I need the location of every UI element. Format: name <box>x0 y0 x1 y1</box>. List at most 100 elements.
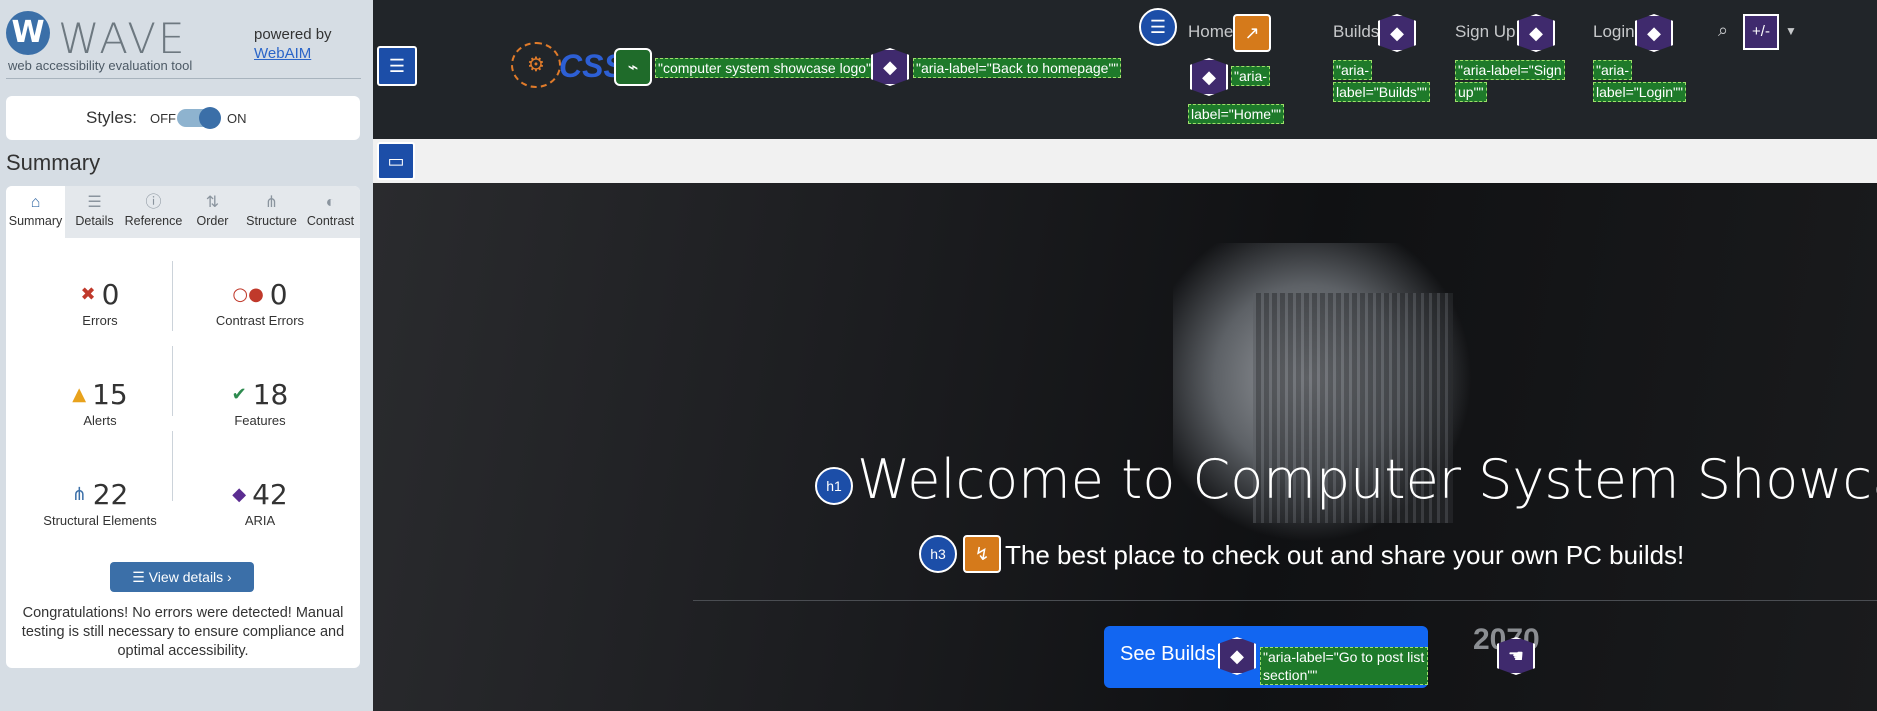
search-icon[interactable]: ⌕ <box>1718 20 1728 41</box>
wave-brand: W WAVE web accessibility evaluation tool… <box>6 6 361 79</box>
annotation-builds-2: label="Builds"" <box>1333 82 1430 102</box>
features-count: 18 <box>252 378 289 411</box>
aria-tag-icon[interactable]: ◆ <box>1190 58 1228 96</box>
info-icon: ⓘ <box>145 194 162 211</box>
document-icon[interactable]: ▭ <box>377 142 415 180</box>
alerts-label: Alerts <box>83 413 117 428</box>
tab-details[interactable]: ☰ Details <box>65 186 124 238</box>
stat-structural[interactable]: ⋔ 22 Structural Elements <box>20 478 180 528</box>
annotation-logo-alt: "computer system showcase logo" <box>655 58 875 78</box>
alert-icon: ▲ <box>72 384 87 405</box>
structure-icon: ⋔ <box>264 194 279 211</box>
view-details-label: View details › <box>148 569 232 585</box>
skipped-heading-alert-icon[interactable]: ↯ <box>963 535 1001 573</box>
stat-aria[interactable]: ◆ 42 ARIA <box>180 478 340 528</box>
site-subbar: ▭ <box>373 139 1877 183</box>
expand-toggle-button[interactable]: +/- <box>1743 14 1779 50</box>
aria-tag-icon[interactable]: ◆ <box>1517 14 1555 52</box>
annotation-home-2: label="Home"" <box>1188 104 1285 124</box>
contrast-errors-count: 0 <box>269 278 288 311</box>
nav-list-icon[interactable]: ☰ <box>1139 8 1177 46</box>
tab-label: Order <box>196 214 229 228</box>
wave-tabs: ⌂ Summary ☰ Details ⓘ Reference ⇅ Order ⋔ Str… <box>6 186 360 238</box>
structure-icon: ⋔ <box>71 484 87 505</box>
webaim-link[interactable]: WebAIM <box>254 45 311 62</box>
stat-contrast-errors[interactable]: ○● 0 Contrast Errors <box>180 278 340 328</box>
wave-logo-icon: W <box>6 11 50 55</box>
see-builds-label: See Builds <box>1120 643 1216 665</box>
tab-label: Summary <box>8 214 63 228</box>
feature-icon: ✔ <box>231 384 247 405</box>
features-label: Features <box>234 413 286 428</box>
styles-on-label: ON <box>227 111 247 126</box>
structural-label: Structural Elements <box>43 513 157 528</box>
aria-tag-icon[interactable]: ◆ <box>1635 14 1673 52</box>
tab-order[interactable]: ⇅ Order <box>183 186 242 238</box>
annotation-signup-1: "aria-label="Sign <box>1455 60 1565 80</box>
annotation-home-1: "aria- <box>1231 66 1270 86</box>
styles-label: Styles: <box>86 108 138 127</box>
summary-card: ⌂ Summary ☰ Details ⓘ Reference ⇅ Order ⋔ Str… <box>6 186 360 668</box>
errors-count: 0 <box>101 278 120 311</box>
tab-label: Structure <box>246 214 297 228</box>
summary-heading: Summary <box>6 150 101 175</box>
annotation-builds-1: "aria- <box>1333 60 1372 80</box>
stat-alerts[interactable]: ▲ 15 Alerts <box>20 378 180 428</box>
tab-label: Reference <box>124 214 183 228</box>
powered-by-label: powered by <box>254 26 332 43</box>
tab-label: Contrast <box>306 214 355 228</box>
aria-count: 42 <box>252 478 288 511</box>
styles-toggle-knob <box>199 107 221 129</box>
contrast-icon: ◐ <box>325 194 336 211</box>
aria-tag-icon[interactable]: ◆ <box>871 48 909 86</box>
tab-summary[interactable]: ⌂ Summary <box>6 186 65 238</box>
evaluated-site: ☰ ⚙ CSS ⌁ "computer system showcase logo… <box>373 0 1877 711</box>
hero-divider <box>693 600 1877 601</box>
wave-sidebar: W WAVE web accessibility evaluation tool… <box>0 0 373 711</box>
styles-off-label: OFF <box>150 111 176 126</box>
home-icon: ⌂ <box>30 194 41 211</box>
wave-logo-text: WAVE <box>58 14 187 63</box>
view-details-button[interactable]: ☰ View details › <box>110 562 254 592</box>
aria-label: ARIA <box>244 513 276 528</box>
structural-count: 22 <box>92 478 129 511</box>
errors-label: Errors <box>82 313 118 328</box>
tab-label: Details <box>75 214 114 228</box>
css-document-icon[interactable]: ☰ <box>377 46 417 86</box>
stat-features[interactable]: ✔ 18 Features <box>180 378 340 428</box>
redundant-link-alert-icon[interactable]: ↗ <box>1233 14 1271 52</box>
contrast-error-icon: ○● <box>232 284 264 305</box>
tab-structure[interactable]: ⋔ Structure <box>242 186 301 238</box>
annotation-login-2: label="Login"" <box>1593 82 1686 102</box>
order-icon: ⇅ <box>205 194 220 211</box>
nav-home-link[interactable]: Home <box>1188 22 1233 42</box>
nav-signup-link[interactable]: Sign Up! <box>1455 22 1520 42</box>
chevron-down-icon[interactable]: ▼ <box>1785 24 1797 38</box>
annotation-login-1: "aria- <box>1593 60 1632 80</box>
aria-hand-icon[interactable]: ☚ <box>1497 637 1535 675</box>
aria-tag-icon[interactable]: ◆ <box>1378 14 1416 52</box>
contrast-errors-label: Contrast Errors <box>215 313 305 328</box>
congrats-message: Congratulations! No errors were detected… <box>21 605 345 659</box>
aria-icon: ◆ <box>232 484 247 505</box>
annotation-post-list: "aria-label="Go to post list section"" <box>1260 647 1428 685</box>
site-navbar: ☰ ⚙ CSS ⌁ "computer system showcase logo… <box>373 0 1877 139</box>
annotation-back-home: "aria-label="Back to homepage"" <box>913 58 1122 78</box>
tab-contrast[interactable]: ◐ Contrast <box>301 186 360 238</box>
h1-heading-icon[interactable]: h1 <box>815 467 853 505</box>
nav-login-link[interactable]: Login <box>1593 22 1635 42</box>
tab-reference[interactable]: ⓘ Reference <box>124 186 183 238</box>
nav-builds-link[interactable]: Builds <box>1333 22 1379 42</box>
error-icon: ✖ <box>80 284 96 305</box>
aria-tag-icon[interactable]: ◆ <box>1218 637 1256 675</box>
stat-errors[interactable]: ✖ 0 Errors <box>20 278 180 328</box>
list-icon: ☰ <box>87 194 102 211</box>
hero-title: Welcome to Computer System Showcase! <box>857 448 1877 511</box>
styles-toggle-switch[interactable] <box>177 107 221 129</box>
site-logo-chip-icon[interactable]: ⚙ <box>511 42 561 88</box>
see-builds-button[interactable]: See Builds ◆ "aria-label="Go to post lis… <box>1104 626 1428 688</box>
alt-text-icon[interactable]: ⌁ <box>614 48 652 86</box>
h3-heading-icon[interactable]: h3 <box>919 535 957 573</box>
wave-tagline: web accessibility evaluation tool <box>8 58 193 73</box>
list-icon: ☰ <box>132 569 149 585</box>
